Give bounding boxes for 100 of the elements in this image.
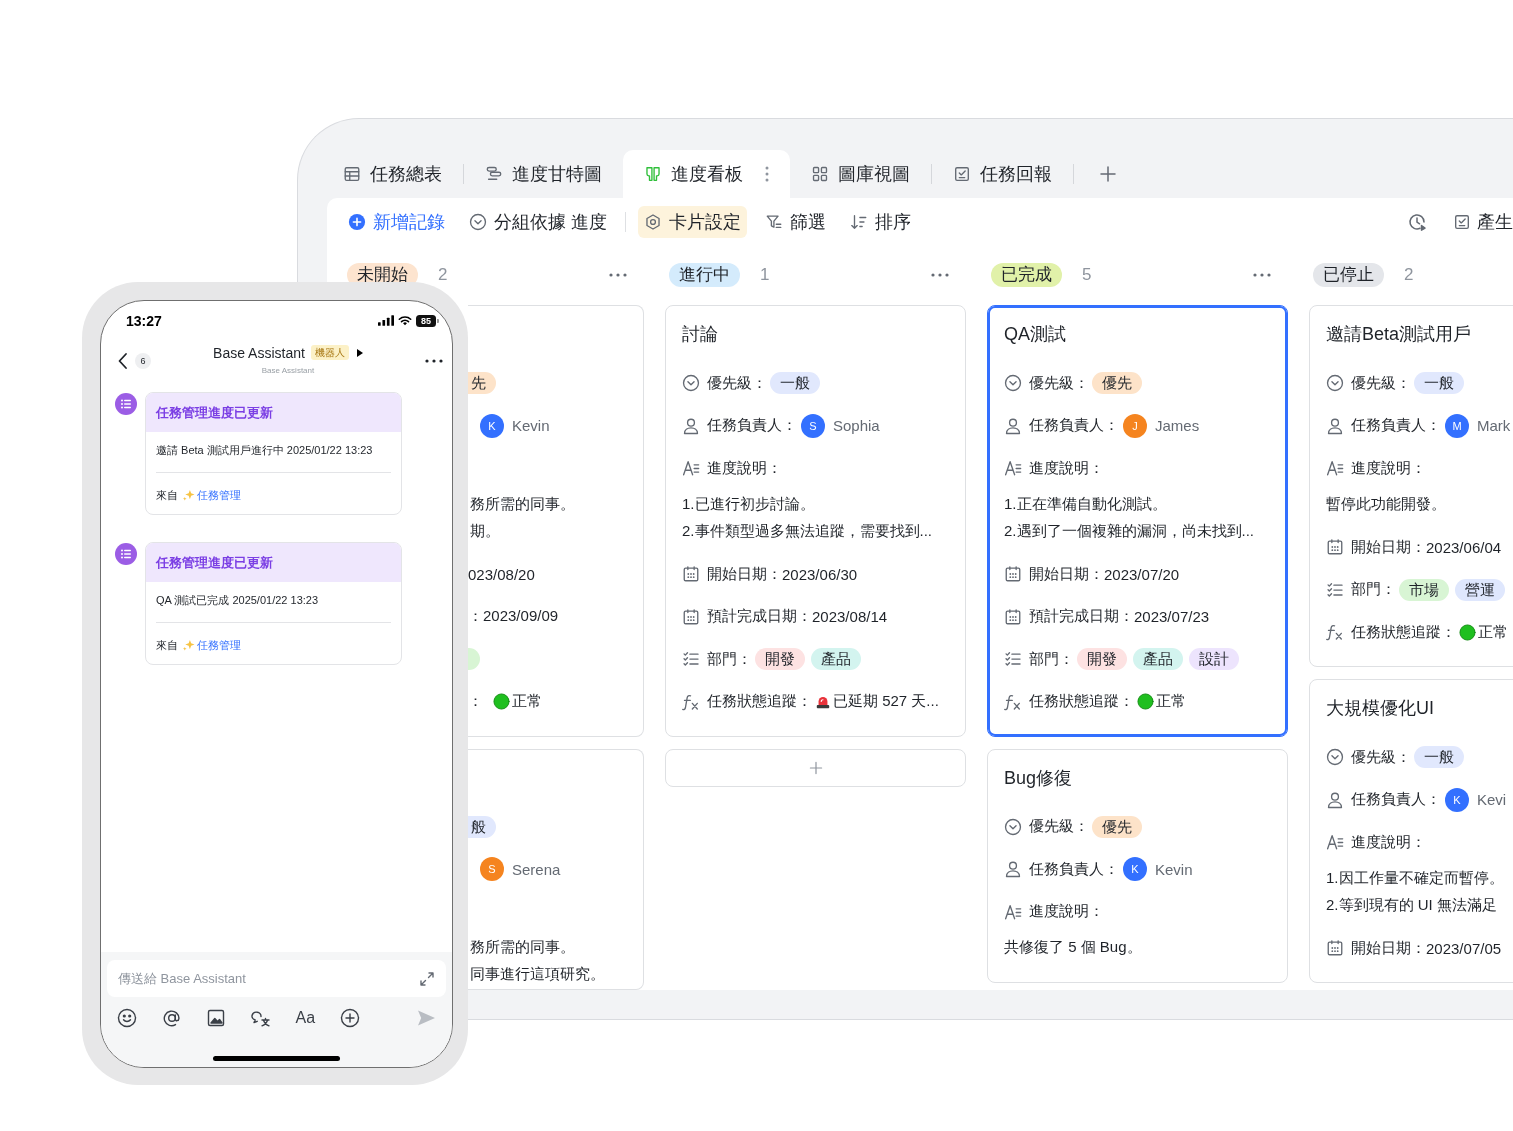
settings-icon — [644, 213, 662, 231]
expand-icon[interactable] — [419, 970, 435, 987]
field-label: 優先級： — [1351, 373, 1411, 393]
add-record-button[interactable]: 新增記錄 — [342, 206, 451, 238]
add-circle-icon — [348, 213, 366, 231]
field-label: 任務狀態追蹤： — [1351, 622, 1456, 642]
task-card[interactable]: 大規模優化UI 優先級： 一般 任務負責人： K Kevi 進度說明： 1.因工作量不確定而暫停。 2.等到現有的 UI 無法滿足 開始日期：2023/07/05 — [1309, 679, 1513, 983]
card-title: QA測試 — [1004, 323, 1067, 346]
description-line: 1.正在準備自動化測試。 — [1004, 493, 1168, 514]
source-label: 來自 — [156, 637, 178, 653]
field-label: 優先級： — [707, 373, 767, 393]
field-label: 任務負責人： — [1029, 416, 1119, 435]
person-icon — [1004, 416, 1022, 435]
date-value: 2023/08/14 — [812, 608, 888, 625]
user-avatar: K — [1445, 787, 1469, 812]
mention-icon[interactable] — [161, 1008, 182, 1028]
assignee-name: Kevi — [1477, 791, 1507, 808]
chevron-circle-icon — [469, 213, 487, 231]
chevron-circle-icon — [1004, 817, 1022, 836]
field-label: 進度說明： — [1029, 458, 1104, 478]
clock-icon[interactable] — [1407, 212, 1427, 232]
date-value: 2023/06/04 — [1426, 538, 1502, 556]
sparkle-icon — [182, 488, 195, 502]
date-value: 2023/07/23 — [1134, 608, 1210, 625]
status-text: 正常 — [512, 692, 542, 711]
description-line: 1.因工作量不確定而暫停。 — [1326, 867, 1505, 888]
user-avatar: S — [480, 857, 504, 881]
card-settings-button[interactable]: 卡片設定 — [638, 206, 747, 238]
task-card[interactable]: 討論 優先級： 一般 任務負責人： S Sophia 進度說明： 1.已進行初步討論。 2.事件類型過多無法追蹤，需要找到... 開始日期：2023/06/30 預計完成日期：2023/08/14 部門： 開發 產品 任務狀態追蹤： 已延期 527 天... — [665, 305, 966, 737]
checklist-icon — [682, 650, 700, 668]
kanban-icon — [644, 165, 662, 183]
sort-icon — [850, 213, 868, 231]
task-card[interactable]: 般 S Serena 務所需的同事。 同事進行這項研究。 — [468, 748, 644, 990]
formula-icon — [1326, 623, 1344, 641]
chat-title[interactable]: Base Assistant — [213, 344, 305, 361]
add-icon[interactable] — [1098, 164, 1118, 184]
view-tab[interactable]: 進度甘特圖 — [464, 150, 623, 198]
add-circle-icon[interactable] — [339, 1008, 360, 1028]
field-label: 進度說明： — [1029, 902, 1104, 921]
task-card[interactable]: 先 K Kevin 務所需的同事。 期。 023/08/20 ：2023/09/09 ： 正常 — [468, 305, 644, 737]
more-icon[interactable] — [425, 359, 443, 363]
emoji-icon[interactable] — [117, 1008, 137, 1028]
checkbox-icon — [1453, 213, 1471, 231]
status-time: 13:27 — [126, 312, 162, 329]
chevron-circle-icon — [1004, 374, 1022, 392]
text-format-icon — [1326, 833, 1344, 851]
description-line: 暫停此功能開發。 — [1326, 493, 1447, 514]
caret-icon[interactable] — [356, 348, 363, 357]
formula-icon — [1004, 692, 1022, 711]
user-avatar: S — [801, 413, 825, 438]
field-label: 部門： — [1351, 580, 1396, 599]
sort-button[interactable]: 排序 — [844, 206, 917, 238]
field-label: 開始日期： — [1351, 938, 1426, 958]
message-text: 邀請 Beta 測試用戶進行中 2025/01/22 13:23 — [156, 443, 374, 458]
user-avatar: K — [480, 413, 504, 438]
field-label: 優先級： — [1351, 747, 1411, 767]
bot-tag: 機器人 — [310, 345, 349, 360]
format-button[interactable]: Aa — [295, 1009, 316, 1027]
bot-avatar-icon — [115, 393, 137, 415]
task-card[interactable]: Bug修復 優先級： 優先 任務負責人： K Kevin 進度說明： 共修復了 5 個 Bug。 — [987, 748, 1288, 983]
assignee-name: Kevin — [1155, 860, 1193, 878]
person-icon — [1326, 416, 1344, 435]
description-line: 共修復了 5 個 Bug。 — [1004, 937, 1143, 957]
image-icon[interactable] — [206, 1008, 227, 1028]
back-icon[interactable] — [117, 352, 129, 370]
card-title: 大規模優化UI — [1326, 697, 1435, 720]
description-line: 務所需的同事。 — [469, 493, 576, 514]
column-label: 已停止 — [1313, 263, 1384, 287]
priority-tag: 般 — [468, 815, 496, 838]
message-input[interactable]: 傳送給 Base Assistant — [107, 960, 446, 997]
view-tab[interactable]: 進度看板 — [623, 150, 790, 198]
field-label: 任務狀態追蹤： — [1029, 692, 1134, 711]
text-format-icon — [1004, 902, 1022, 921]
priority-tag: 優先 — [1092, 372, 1142, 394]
translate-icon[interactable] — [250, 1008, 271, 1028]
group-by-button[interactable]: 分組依據 進度 — [463, 206, 613, 238]
checklist-icon — [1326, 580, 1344, 599]
task-card[interactable]: QA測試 優先級： 優先 任務負責人： J James 進度說明： 1.正在準備自動化測試。 2.遇到了一個複雜的漏洞，尚未找到... 開始日期：2023/07/20 預計完成日期：2023/07/23 部門： 開發 產品 設計 任務狀態追蹤： 正常 — [987, 305, 1288, 737]
field-label: 開始日期： — [1029, 564, 1104, 584]
field-label: 任務負責人： — [1029, 859, 1119, 879]
text-format-icon — [1004, 459, 1022, 477]
signal-icon — [378, 315, 394, 326]
source-link[interactable]: 任務管理 — [197, 487, 241, 503]
view-tab[interactable]: 任務總表 — [327, 150, 463, 198]
view-tab[interactable]: 任務回報 — [932, 150, 1073, 198]
view-tab[interactable]: 圖庫視圖 — [790, 150, 931, 198]
task-card[interactable]: 邀請Beta測試用戶 優先級： 一般 任務負責人： M Mark 進度說明： 暫停此功能開發。 開始日期：2023/06/04 部門： 市場 營運 任務狀態追蹤： 正常 — [1309, 305, 1513, 667]
source-link[interactable]: 任務管理 — [197, 637, 241, 653]
department-tag: 產品 — [1133, 648, 1183, 670]
formula-icon — [682, 692, 700, 711]
field-label: 任務負責人： — [1351, 790, 1441, 809]
generate-button[interactable]: 產生 — [1453, 206, 1513, 238]
field-label: 進度說明： — [1351, 832, 1426, 852]
plus-icon — [807, 759, 824, 776]
field-label: ： — [468, 692, 483, 711]
column-label: 已完成 — [991, 263, 1062, 287]
user-avatar: M — [1445, 413, 1469, 438]
field-label: 開始日期： — [1351, 537, 1426, 557]
chevron-circle-icon — [682, 374, 700, 392]
filter-button[interactable]: 篩選 — [759, 206, 832, 238]
